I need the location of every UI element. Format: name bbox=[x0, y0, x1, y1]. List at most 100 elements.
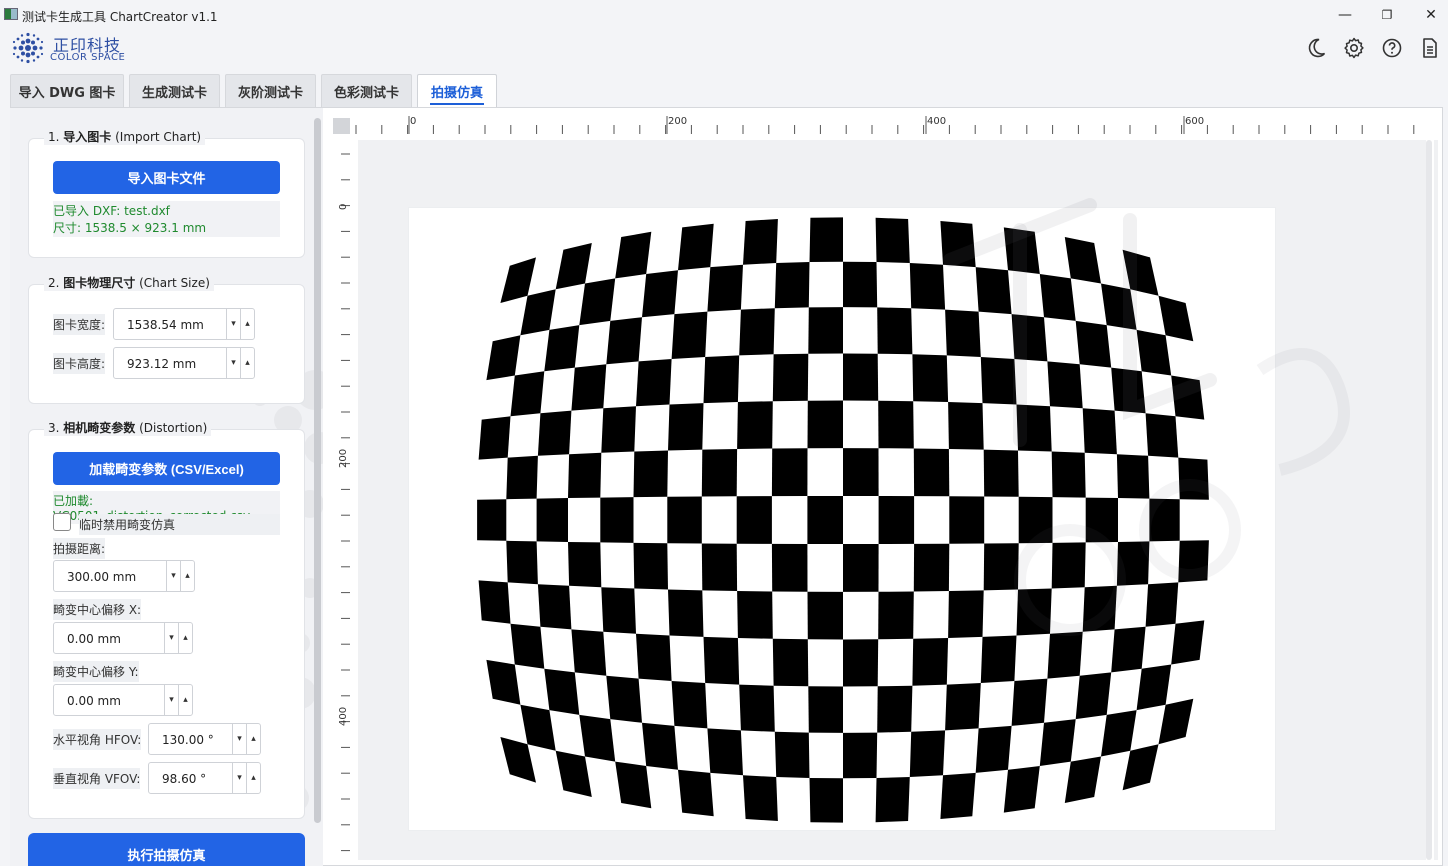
checker-square bbox=[913, 448, 950, 497]
checker-square bbox=[912, 354, 949, 402]
chart-height-label: 图卡高度: bbox=[53, 353, 106, 374]
brand-name-en: COLOR SPACE bbox=[50, 52, 126, 63]
checker-square bbox=[1011, 314, 1048, 362]
checker-square bbox=[642, 270, 678, 318]
load-distortion-button[interactable]: 加载畸变参数 (CSV/Excel) bbox=[53, 452, 280, 485]
chevron-up-icon[interactable]: ▴ bbox=[240, 348, 254, 378]
tab-color-chart[interactable]: 色彩测试卡 bbox=[321, 74, 412, 108]
ruler-left-label-200: 200 bbox=[338, 448, 349, 468]
logo-dots-icon bbox=[12, 32, 44, 64]
chart-width-spinbox[interactable]: 1538.54 mm ▾ ▴ bbox=[113, 308, 255, 340]
capture-distance-value: 300.00 mm bbox=[67, 570, 137, 584]
chevron-up-icon[interactable]: ▴ bbox=[178, 623, 192, 653]
import-chart-file-button[interactable]: 导入图卡文件 bbox=[53, 161, 280, 194]
preview-canvas[interactable]: 0 200 400 600 0 200 400 bbox=[330, 110, 1438, 860]
checker-square bbox=[771, 448, 808, 497]
checker-square bbox=[1082, 585, 1117, 632]
checker-square bbox=[671, 681, 708, 729]
checker-square bbox=[568, 452, 602, 498]
checker-square bbox=[568, 542, 602, 588]
checker-square bbox=[909, 263, 946, 310]
import-status-size: 尺寸: 1538.5 × 923.1 mm bbox=[53, 218, 280, 237]
checker-square bbox=[1158, 698, 1194, 745]
chevron-down-icon[interactable]: ▾ bbox=[232, 724, 246, 754]
checker-square bbox=[878, 591, 914, 640]
checker-square bbox=[1149, 498, 1180, 542]
chevron-up-icon[interactable]: ▴ bbox=[180, 561, 194, 591]
chevron-down-icon[interactable]: ▾ bbox=[166, 561, 180, 591]
tab-capture-simulation[interactable]: 拍摄仿真 bbox=[417, 74, 497, 108]
distorted-checkerboard bbox=[477, 217, 1209, 823]
chevron-up-icon[interactable]: ▴ bbox=[178, 685, 192, 715]
minimize-button[interactable]: — bbox=[1327, 4, 1363, 26]
capture-distance-spinbox[interactable]: 300.00 mm ▾ ▴ bbox=[53, 560, 195, 592]
hfov-spinbox[interactable]: 130.00 ° ▾ ▴ bbox=[148, 723, 261, 755]
moon-icon[interactable] bbox=[1304, 36, 1328, 60]
ruler-left: 0 200 400 bbox=[330, 140, 358, 860]
checker-square bbox=[743, 775, 778, 821]
offset-y-value: 0.00 mm bbox=[67, 694, 121, 708]
checker-square bbox=[1101, 283, 1137, 330]
run-simulation-button[interactable]: 执行拍摄仿真 bbox=[28, 833, 305, 866]
checker-square bbox=[809, 217, 843, 262]
checker-square bbox=[877, 685, 913, 733]
checker-square bbox=[875, 777, 910, 823]
checker-square bbox=[983, 543, 1019, 591]
checker-square bbox=[808, 307, 843, 354]
checker-square bbox=[843, 639, 879, 687]
chevron-up-icon[interactable]: ▴ bbox=[246, 724, 260, 754]
hfov-label: 水平视角 HFOV: bbox=[53, 729, 142, 750]
checker-square bbox=[809, 778, 843, 823]
disable-distortion-checkbox[interactable] bbox=[53, 513, 71, 531]
document-icon[interactable] bbox=[1418, 36, 1442, 60]
checker-square bbox=[478, 416, 511, 460]
chevron-up-icon[interactable]: ▴ bbox=[246, 763, 260, 793]
checker-square bbox=[772, 353, 809, 402]
checker-square bbox=[571, 629, 607, 676]
checker-square bbox=[913, 543, 950, 592]
offset-x-spinbox[interactable]: 0.00 mm ▾ ▴ bbox=[53, 622, 193, 654]
checker-square bbox=[1136, 329, 1172, 376]
checker-square bbox=[506, 540, 538, 585]
vfov-spinbox[interactable]: 98.60 ° ▾ ▴ bbox=[148, 762, 261, 794]
close-button[interactable]: ✕ bbox=[1413, 4, 1448, 26]
checker-square bbox=[771, 543, 808, 592]
checker-square bbox=[601, 587, 636, 634]
ruler-left-label-0: 0 bbox=[338, 203, 349, 210]
checker-square bbox=[606, 675, 642, 723]
checker-square bbox=[1082, 408, 1117, 455]
checker-square bbox=[1051, 451, 1086, 498]
gear-icon[interactable] bbox=[1342, 36, 1366, 60]
canvas-scrollbar[interactable] bbox=[1426, 140, 1434, 860]
checker-square bbox=[1047, 631, 1083, 679]
checker-square bbox=[975, 725, 1012, 773]
checker-square bbox=[678, 769, 714, 817]
checker-square bbox=[912, 638, 949, 686]
chevron-down-icon[interactable]: ▾ bbox=[232, 763, 246, 793]
checker-square bbox=[486, 335, 521, 381]
chevron-down-icon[interactable]: ▾ bbox=[226, 348, 240, 378]
tab-generate-chart[interactable]: 生成测试卡 bbox=[129, 74, 220, 108]
chevron-down-icon[interactable]: ▾ bbox=[164, 623, 178, 653]
chart-height-spinbox[interactable]: 923.12 mm ▾ ▴ bbox=[113, 347, 255, 379]
checker-square bbox=[536, 498, 568, 542]
checker-square bbox=[633, 450, 668, 498]
offset-y-spinbox[interactable]: 0.00 mm ▾ ▴ bbox=[53, 684, 193, 716]
offset-x-label: 畸变中心偏移 X: bbox=[53, 599, 142, 620]
tab-import-dwg[interactable]: 导入 DWG 图卡 bbox=[10, 74, 124, 108]
canvas-scroll-thumb[interactable] bbox=[1426, 140, 1432, 860]
restore-button[interactable]: ❐ bbox=[1369, 4, 1405, 26]
chevron-down-icon[interactable]: ▾ bbox=[226, 309, 240, 339]
ruler-left-ticks bbox=[341, 153, 350, 852]
checker-square bbox=[1039, 719, 1076, 766]
checker-square bbox=[707, 728, 743, 776]
chevron-down-icon[interactable]: ▾ bbox=[164, 685, 178, 715]
chevron-up-icon[interactable]: ▴ bbox=[240, 309, 254, 339]
sidebar-scrollbar[interactable] bbox=[314, 118, 321, 823]
tab-grayscale-chart[interactable]: 灰阶测试卡 bbox=[225, 74, 316, 108]
checker-square bbox=[1116, 541, 1150, 586]
checker-square bbox=[642, 722, 678, 770]
checker-square bbox=[843, 353, 879, 401]
checker-square bbox=[807, 496, 843, 544]
help-icon[interactable] bbox=[1380, 36, 1404, 60]
